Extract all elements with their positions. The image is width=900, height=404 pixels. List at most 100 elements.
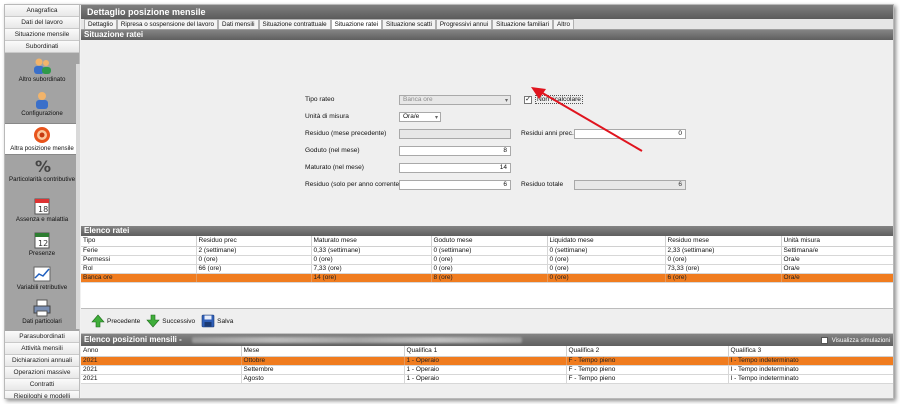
- unita-misura-value: Ora/e: [403, 113, 420, 120]
- arrow-down-icon: [146, 314, 160, 328]
- tab-dati-mensili[interactable]: Dati mensili: [217, 19, 259, 29]
- sidebar-item-label: Altro subordinato: [18, 76, 66, 83]
- tab-progressivi-annui[interactable]: Progressivi annui: [435, 19, 493, 29]
- sidebar-contratti[interactable]: Contratti: [5, 379, 79, 391]
- tab-ripresa-sospensione[interactable]: Ripresa o sospensione del lavoro: [116, 19, 218, 29]
- table-cell: 7,33 (ore): [311, 264, 432, 274]
- elenco-ratei-header: Elenco ratei: [81, 226, 893, 236]
- residuo-totale-field[interactable]: 6: [574, 180, 686, 190]
- sidebar-item-label: Configurazione: [21, 110, 63, 117]
- sidebar-dati-lavoro[interactable]: Dati del lavoro: [5, 17, 79, 29]
- elenco-ratei-table: Tipo Residuo prec Maturato mese Goduto m…: [81, 236, 893, 283]
- sidebar-subordinati[interactable]: Subordinati: [5, 41, 79, 53]
- column-header[interactable]: Qualifica 1: [404, 346, 567, 357]
- sidebar-attivita-mensili[interactable]: Attività mensili: [5, 343, 79, 355]
- percent-icon: %: [35, 157, 51, 175]
- sidebar: Anagrafica Dati del lavoro Situazione me…: [5, 5, 80, 398]
- sidebar-item-variabili[interactable]: Variabili retributive: [5, 265, 79, 297]
- tab-dettaglio[interactable]: Dettaglio: [84, 19, 117, 29]
- table-cell: I - Tempo indeterminato: [728, 356, 893, 366]
- column-header[interactable]: Residuo prec: [196, 236, 312, 247]
- table-cell: 0 (ore): [431, 264, 548, 274]
- sidebar-operazioni-massive[interactable]: Operazioni massive: [5, 367, 79, 379]
- situazione-ratei-header: Situazione ratei: [81, 30, 893, 40]
- table-row[interactable]: 2021 Agosto 1 - Operaio F - Tempo pieno …: [81, 374, 893, 384]
- unita-misura-select[interactable]: Ora/e ▾: [399, 112, 441, 122]
- column-header[interactable]: Unità misura: [781, 236, 893, 247]
- table-cell: Ora/e: [781, 255, 893, 265]
- tab-altro[interactable]: Altro: [553, 19, 574, 29]
- table-cell: Banca ore: [81, 273, 197, 283]
- sidebar-item-particolarita[interactable]: % Particolarità contributive: [5, 157, 79, 195]
- sidebar-anagrafica[interactable]: Anagrafica: [5, 5, 79, 17]
- table-cell: 2021: [81, 365, 242, 375]
- table-cell: Rol: [81, 264, 197, 274]
- sidebar-dichiarazioni[interactable]: Dichiarazioni annuali: [5, 355, 79, 367]
- column-header[interactable]: Residuo mese: [665, 236, 782, 247]
- sidebar-scrollbar[interactable]: [76, 64, 80, 329]
- sidebar-item-label: Dati particolari: [22, 318, 62, 325]
- sidebar-situazione-mensile[interactable]: Situazione mensile: [5, 29, 79, 41]
- column-header[interactable]: Maturato mese: [311, 236, 432, 247]
- visualizza-simulazioni-checkbox[interactable]: [821, 336, 829, 344]
- precedente-label: Precedente: [107, 317, 141, 325]
- visualizza-simulazioni-label: Visualizza simulazioni: [831, 338, 890, 344]
- column-header[interactable]: Mese: [241, 346, 405, 357]
- table-cell: Ora/e: [781, 273, 893, 283]
- table-row-selected[interactable]: 2021 Ottobre 1 - Operaio F - Tempo pieno…: [81, 356, 893, 366]
- chevron-down-icon: ▾: [434, 115, 438, 121]
- table-cell: 0 (settimane): [547, 246, 666, 256]
- residuo-prec-field[interactable]: [399, 129, 511, 139]
- column-header[interactable]: Goduto mese: [431, 236, 548, 247]
- person-config-icon: [36, 92, 48, 109]
- table-cell: 2021: [81, 374, 242, 384]
- table-row[interactable]: Rol 66 (ore) 7,33 (ore) 0 (ore) 0 (ore) …: [81, 264, 893, 274]
- column-header[interactable]: Qualifica 3: [728, 346, 893, 357]
- residuo-anno-field[interactable]: 6: [399, 180, 511, 190]
- table-cell: 0,33 (settimane): [311, 246, 432, 256]
- sidebar-riepiloghi[interactable]: Riepiloghi e modelli: [5, 391, 79, 398]
- sidebar-item-presenze[interactable]: 12 Presenze: [5, 231, 79, 263]
- goduto-field[interactable]: 8: [399, 146, 511, 156]
- residuo-totale-label: Residuo totale: [521, 181, 564, 188]
- table-cell: Ora/e: [781, 264, 893, 274]
- table-cell: 0 (ore): [547, 273, 666, 283]
- tab-situazione-familiari[interactable]: Situazione familiari: [492, 19, 554, 29]
- sidebar-item-altra-posizione[interactable]: Altra posizione mensile: [5, 123, 79, 155]
- sidebar-parasubordinati[interactable]: Parasubordinati: [5, 331, 79, 343]
- table-header-row: Anno Mese Qualifica 1 Qualifica 2 Qualif…: [81, 346, 893, 357]
- salva-button[interactable]: Salva: [201, 314, 233, 328]
- table-row[interactable]: Ferie 2 (settimane) 0,33 (settimane) 0 (…: [81, 246, 893, 256]
- table-row[interactable]: Permessi 0 (ore) 0 (ore) 0 (ore) 0 (ore)…: [81, 255, 893, 265]
- blurred-employee-info: [192, 336, 523, 343]
- sidebar-item-altro-subordinato[interactable]: Altro subordinato: [5, 57, 79, 89]
- visualizza-simulazioni-toggle[interactable]: Visualizza simulazioni: [821, 335, 890, 347]
- elenco-mensili-title: Elenco posizioni mensili -: [84, 335, 182, 344]
- elenco-mensili-table: Anno Mese Qualifica 1 Qualifica 2 Qualif…: [81, 346, 893, 384]
- tab-situazione-contrattuale[interactable]: Situazione contrattuale: [258, 19, 331, 29]
- tab-situazione-ratei[interactable]: Situazione ratei: [330, 19, 382, 29]
- table-row[interactable]: 2021 Settembre 1 - Operaio F - Tempo pie…: [81, 365, 893, 375]
- maturato-field[interactable]: 14: [399, 163, 511, 173]
- table-cell: 1 - Operaio: [404, 356, 567, 366]
- table-cell: 8 (ore): [431, 273, 548, 283]
- column-header[interactable]: Liquidato mese: [547, 236, 666, 247]
- calendar-check-icon: 12: [34, 232, 50, 249]
- table-row-selected[interactable]: Banca ore 14 (ore) 8 (ore) 0 (ore) 6 (or…: [81, 273, 893, 283]
- tab-situazione-scatti[interactable]: Situazione scatti: [382, 19, 436, 29]
- table-cell: 66 (ore): [196, 264, 312, 274]
- chevron-down-icon: ▾: [504, 98, 508, 104]
- column-header[interactable]: Tipo: [81, 236, 197, 247]
- table-cell: Ferie: [81, 246, 197, 256]
- tipo-rateo-select[interactable]: Banca ore ▾: [399, 95, 511, 105]
- table-cell: I - Tempo indeterminato: [728, 374, 893, 384]
- column-header[interactable]: Anno: [81, 346, 242, 357]
- sidebar-item-configurazione[interactable]: Configurazione: [5, 91, 79, 123]
- chart-icon: [33, 266, 51, 282]
- tab-bar: Dettaglio Ripresa o sospensione del lavo…: [81, 19, 893, 30]
- precedente-button[interactable]: Precedente: [91, 314, 140, 328]
- successivo-button[interactable]: Successivo: [146, 314, 195, 328]
- sidebar-item-dati-particolari[interactable]: Dati particolari: [5, 299, 79, 331]
- sidebar-item-assenza[interactable]: 18 Assenza e malattia: [5, 197, 79, 229]
- column-header[interactable]: Qualifica 2: [566, 346, 729, 357]
